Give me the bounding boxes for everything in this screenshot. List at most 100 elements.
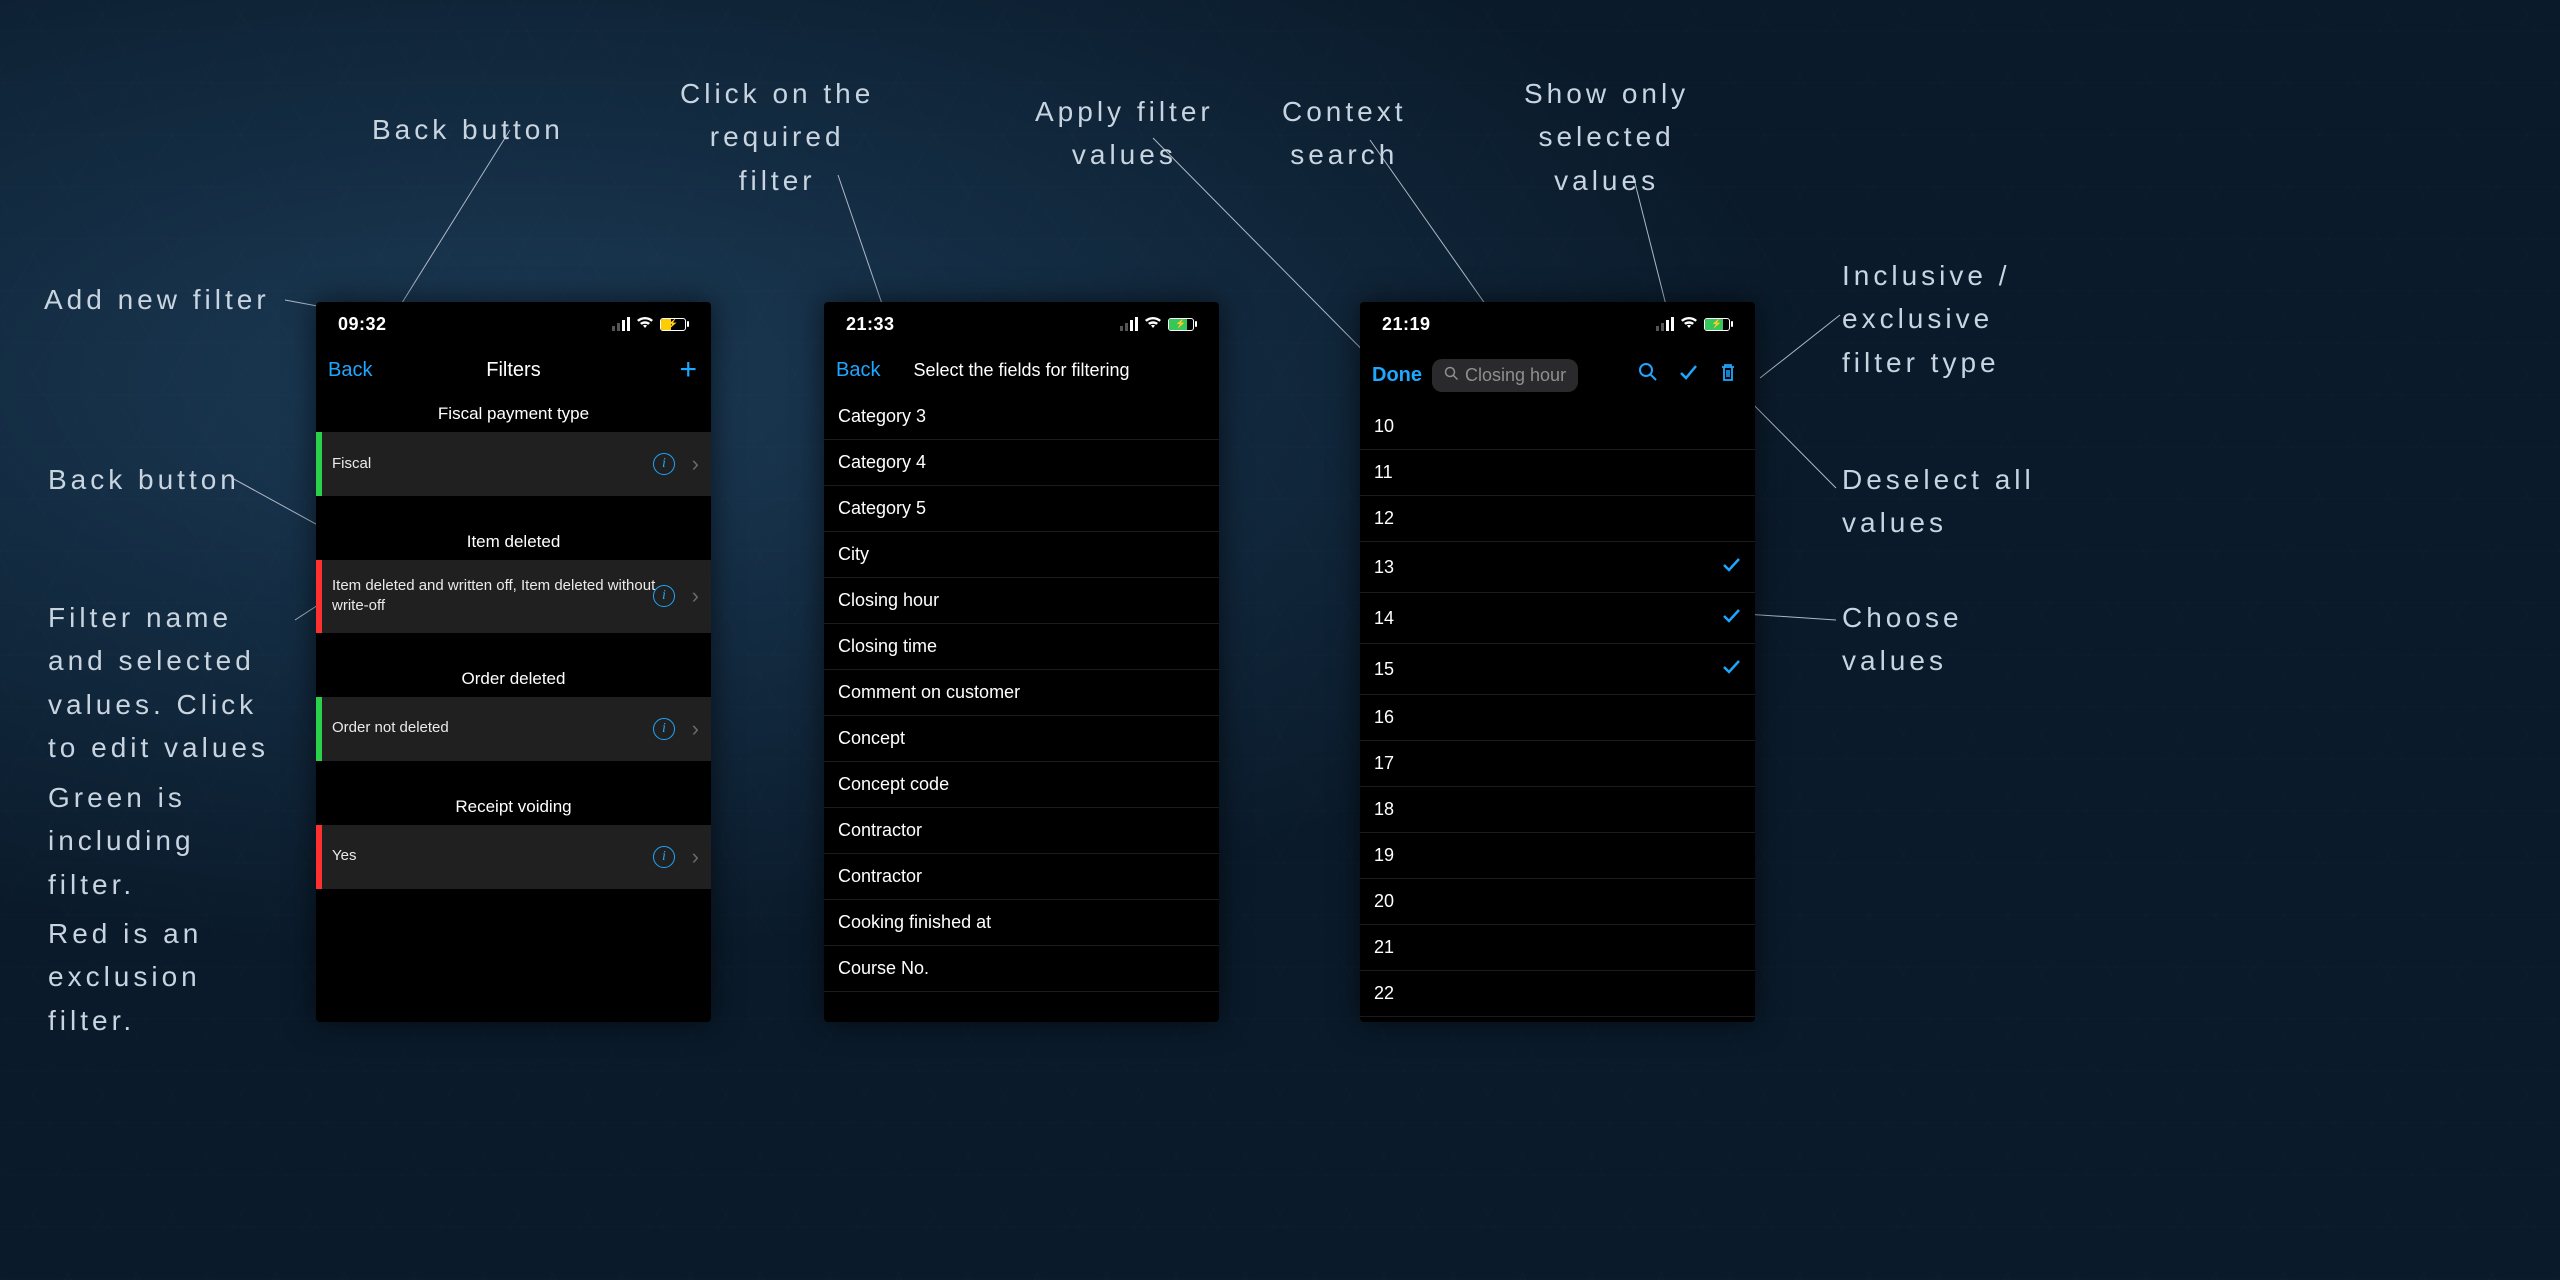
battery-icon: ⚡ [1168, 318, 1197, 331]
annotation-click-required-filter: Click on the required filter [680, 72, 874, 202]
field-row[interactable]: Contractor [824, 854, 1219, 900]
status-bar: 21:33 ⚡ [824, 302, 1219, 346]
value-row[interactable]: 12 [1360, 496, 1755, 542]
value-row[interactable]: 14 [1360, 593, 1755, 644]
check-icon [1721, 656, 1741, 682]
info-icon[interactable]: i [653, 718, 675, 740]
value-label: 20 [1374, 891, 1394, 912]
battery-icon: ⚡ [660, 318, 689, 331]
wifi-icon [1680, 315, 1698, 334]
value-row[interactable]: 19 [1360, 833, 1755, 879]
filter-card-value: Item deleted and written off, Item delet… [332, 576, 667, 617]
value-label: 19 [1374, 845, 1394, 866]
value-label: 22 [1374, 983, 1394, 1004]
stripe-exclude-icon [316, 825, 322, 889]
nav-bar: Back Select the fields for filtering [824, 346, 1219, 394]
field-row[interactable]: Contractor [824, 808, 1219, 854]
context-search-button[interactable] [1633, 362, 1663, 388]
status-bar: 21:19 ⚡ [1360, 302, 1755, 346]
annotation-green-desc: Green is including filter. [48, 776, 195, 906]
value-row[interactable]: 11 [1360, 450, 1755, 496]
field-row[interactable]: Closing time [824, 624, 1219, 670]
value-row[interactable]: 16 [1360, 695, 1755, 741]
value-row[interactable]: 10 [1360, 404, 1755, 450]
field-row[interactable]: City [824, 532, 1219, 578]
value-label: 18 [1374, 799, 1394, 820]
filter-card[interactable]: Item deleted and written off, Item delet… [316, 560, 711, 633]
filter-card-value: Order not deleted [332, 718, 449, 738]
stripe-exclude-icon [316, 560, 322, 633]
info-icon[interactable]: i [653, 585, 675, 607]
wifi-icon [636, 315, 654, 334]
done-button[interactable]: Done [1372, 364, 1422, 387]
show-selected-button[interactable] [1673, 362, 1703, 388]
nav-bar: Done Closing hour [1360, 346, 1755, 404]
add-filter-button[interactable]: + [679, 355, 697, 385]
wifi-icon [1144, 315, 1162, 334]
signal-icon [612, 317, 630, 331]
field-row[interactable]: Closing hour [824, 578, 1219, 624]
annotation-deselect-all: Deselect all values [1842, 458, 2035, 545]
filter-card[interactable]: Order not deletedi› [316, 697, 711, 761]
annotation-context-search: Context search [1282, 90, 1407, 177]
field-row[interactable]: Comment on customer [824, 670, 1219, 716]
value-row[interactable]: 17 [1360, 741, 1755, 787]
chevron-right-icon: › [692, 583, 699, 609]
screen-select-fields: 21:33 ⚡ Back Select the fields for filte… [824, 302, 1219, 1022]
back-button[interactable]: Back [328, 359, 372, 382]
field-row[interactable]: Category 5 [824, 486, 1219, 532]
value-row[interactable]: 15 [1360, 644, 1755, 695]
filter-section-header: Fiscal payment type [316, 394, 711, 432]
value-row[interactable]: 18 [1360, 787, 1755, 833]
annotation-red-desc: Red is an exclusion filter. [48, 912, 202, 1042]
filter-card[interactable]: Yesi› [316, 825, 711, 889]
info-icon[interactable]: i [653, 846, 675, 868]
check-icon [1721, 554, 1741, 580]
chevron-right-icon: › [692, 844, 699, 870]
battery-icon: ⚡ [1704, 318, 1733, 331]
annotation-apply-filter-values: Apply filter values [1035, 90, 1214, 177]
screen-filters-list: 09:32 ⚡ Back Filters + Fiscal payment ty… [316, 302, 711, 1022]
value-label: 11 [1374, 462, 1393, 483]
stripe-include-icon [316, 697, 322, 761]
filter-section-header: Receipt voiding [316, 787, 711, 825]
info-icon[interactable]: i [653, 453, 675, 475]
value-row[interactable]: 22 [1360, 971, 1755, 1017]
nav-bar: Back Filters + [316, 346, 711, 394]
filter-section-header: Order deleted [316, 659, 711, 697]
value-label: 21 [1374, 937, 1394, 958]
annotation-back-button-left: Back button [48, 458, 240, 501]
annotation-add-new-filter: Add new filter [44, 278, 270, 321]
stripe-include-icon [316, 432, 322, 496]
chevron-right-icon: › [692, 451, 699, 477]
value-row[interactable]: 20 [1360, 879, 1755, 925]
page-title: Select the fields for filtering [824, 360, 1219, 381]
search-input[interactable]: Closing hour [1432, 359, 1578, 392]
page-title: Filters [316, 359, 711, 382]
status-time: 21:33 [846, 314, 895, 335]
signal-icon [1656, 317, 1674, 331]
back-button[interactable]: Back [836, 359, 880, 382]
search-icon [1444, 365, 1459, 386]
annotation-filter-name-desc: Filter name and selected values. Click t… [48, 596, 269, 770]
status-time: 09:32 [338, 314, 387, 335]
field-row[interactable]: Category 3 [824, 394, 1219, 440]
value-label: 12 [1374, 508, 1394, 529]
annotation-inclusive-exclusive: Inclusive / exclusive filter type [1842, 254, 2011, 384]
screen-filter-values: 21:19 ⚡ Done Closing hour 10 11 12 13 14 15 16… [1360, 302, 1755, 1022]
annotation-show-only-selected: Show only selected values [1524, 72, 1689, 202]
field-row[interactable]: Cooking finished at [824, 900, 1219, 946]
value-row[interactable]: 13 [1360, 542, 1755, 593]
search-placeholder: Closing hour [1465, 365, 1566, 386]
filter-card-value: Fiscal [332, 454, 371, 474]
field-row[interactable]: Course No. [824, 946, 1219, 992]
field-row[interactable]: Concept [824, 716, 1219, 762]
deselect-all-button[interactable] [1713, 362, 1743, 388]
filter-card[interactable]: Fiscal i › [316, 432, 711, 496]
value-row[interactable]: 21 [1360, 925, 1755, 971]
field-row[interactable]: Category 4 [824, 440, 1219, 486]
status-time: 21:19 [1382, 314, 1431, 335]
field-row[interactable]: Concept code [824, 762, 1219, 808]
value-label: 15 [1374, 659, 1394, 680]
value-label: 14 [1374, 608, 1394, 629]
